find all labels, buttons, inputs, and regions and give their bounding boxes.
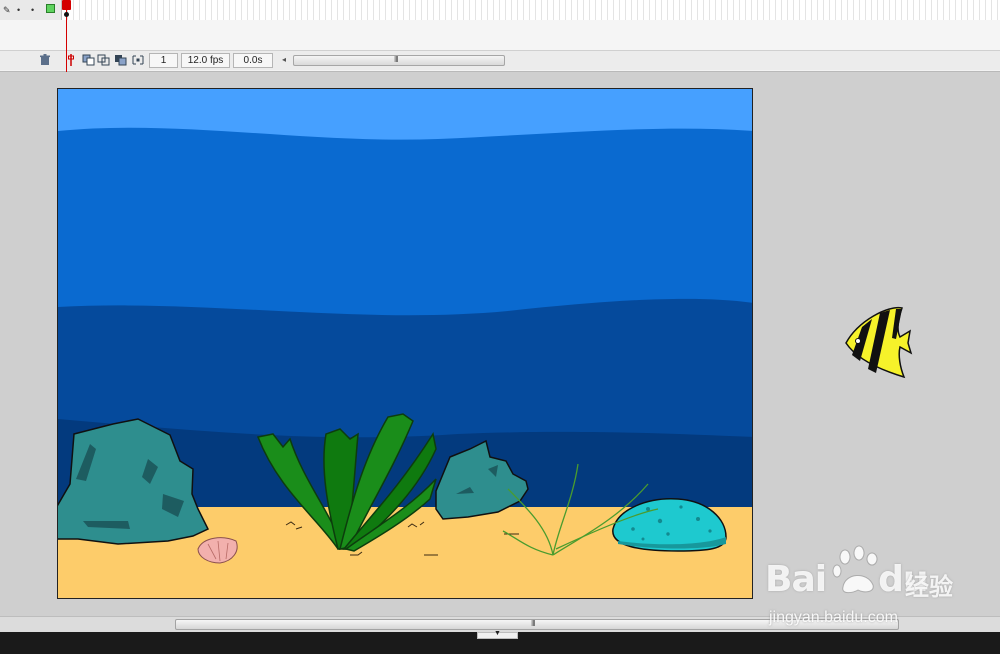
pencil-icon[interactable]: ✎ [3, 5, 11, 15]
flash-editor-window: ✎ • • 1 12.0 fps 0.0s ◂ III III ▼ Bai du… [0, 0, 1000, 654]
playhead[interactable] [66, 0, 67, 72]
timeline-empty-area[interactable] [0, 20, 1000, 50]
frame-cells[interactable] [62, 0, 1000, 20]
trash-icon[interactable] [38, 54, 52, 67]
watermark-url: jingyan.baidu.com [769, 609, 898, 626]
scrollbar-grip: III [531, 619, 536, 628]
frame-rate-field[interactable]: 12.0 fps [181, 53, 230, 68]
watermark-brand: Bai du [765, 559, 928, 600]
onion-skin-icon[interactable] [82, 54, 96, 67]
layer-row[interactable]: ✎ • • [0, 0, 1000, 20]
baidu-watermark: Bai du 经验 jingyan.baidu.com [765, 545, 995, 635]
elapsed-time-field: 0.0s [233, 53, 273, 68]
watermark-brand-prefix: Bai [765, 559, 827, 600]
fish-eye [855, 338, 861, 344]
modify-onion-markers-icon[interactable] [131, 54, 145, 67]
angelfish-symbol[interactable] [838, 305, 918, 380]
visibility-toggle[interactable]: • [17, 5, 20, 15]
scrollbar-grip: III [394, 55, 399, 64]
onion-skin-outlines-icon[interactable] [97, 54, 111, 67]
timeline-panel: ✎ • • 1 12.0 fps 0.0s ◂ III [0, 0, 1000, 72]
keyframe-marker [64, 12, 69, 17]
lock-toggle[interactable]: • [31, 5, 34, 15]
underwater-scene [58, 89, 752, 598]
stage-canvas[interactable] [57, 88, 753, 599]
outline-color-swatch[interactable] [46, 4, 55, 13]
layer-controls: ✎ • • [0, 0, 62, 20]
scroll-left-arrow-icon[interactable]: ◂ [282, 55, 286, 64]
playhead-handle[interactable] [62, 0, 71, 10]
current-frame-field[interactable]: 1 [149, 53, 178, 68]
watermark-chinese: 经验 [905, 574, 953, 601]
timeline-horizontal-scrollbar[interactable]: III [293, 55, 505, 66]
timeline-status-bar: 1 12.0 fps 0.0s ◂ III [0, 50, 1000, 70]
edit-multiple-frames-icon[interactable] [114, 54, 128, 67]
panel-collapse-tab[interactable]: ▼ [477, 630, 518, 639]
collapse-arrow-icon: ▼ [494, 630, 501, 637]
